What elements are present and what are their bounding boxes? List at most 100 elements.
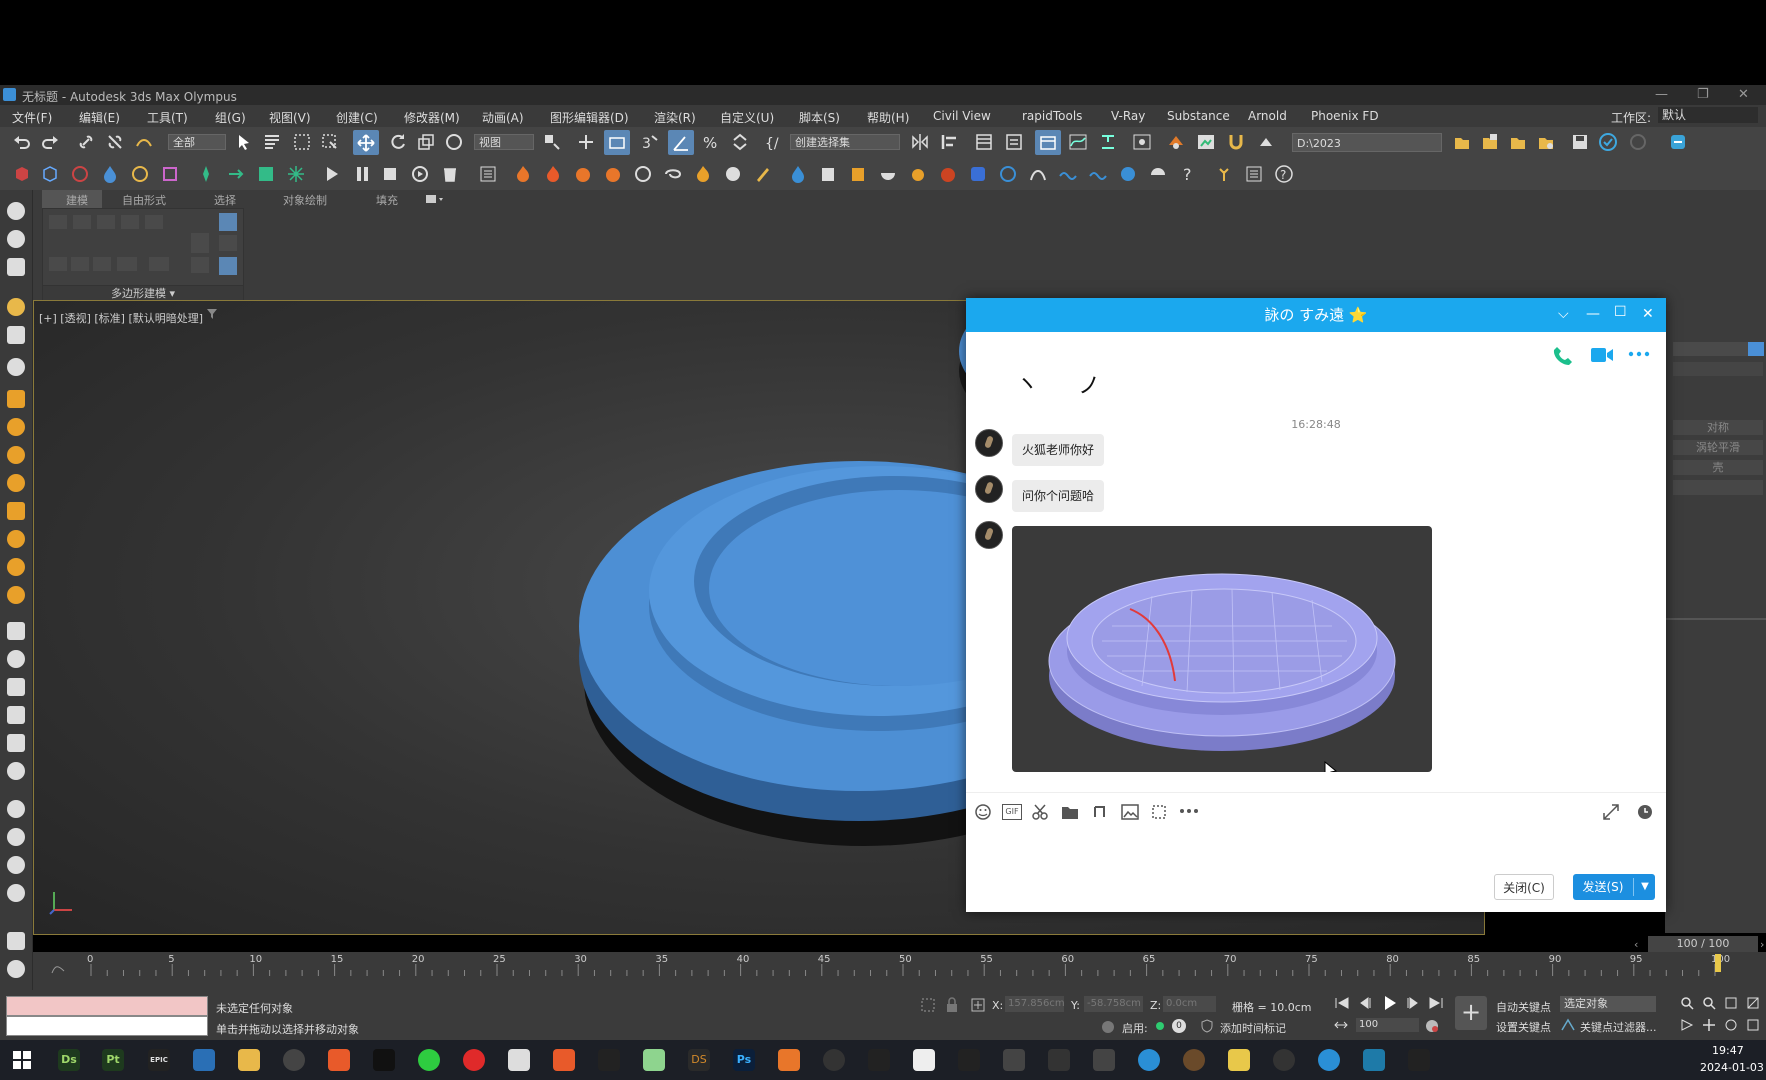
taskbar-app-orange[interactable] [328,1049,350,1071]
panel-tool-6[interactable] [191,233,209,253]
screen-share-icon[interactable] [1150,803,1168,821]
menu-create[interactable]: 创建(C) [336,109,378,126]
panel-tool-1[interactable] [49,257,67,271]
go-to-start-icon[interactable] [1334,997,1350,1009]
sun-icon[interactable] [7,558,25,576]
maxscript-listener-top[interactable] [6,996,208,1016]
history-icon[interactable] [1636,803,1654,821]
message-input[interactable] [974,832,1658,872]
taskbar-app-doc[interactable] [508,1049,530,1071]
window-crossing-icon[interactable] [320,132,340,152]
more-tools-icon[interactable] [1179,808,1199,814]
panel-toggle-1[interactable] [219,213,237,231]
taskbar-app-qq-2[interactable] [1408,1049,1430,1071]
plugin-icon[interactable] [1668,132,1688,152]
globe-icon[interactable] [1118,164,1138,184]
menu-rapidtools[interactable]: rapidTools [1022,109,1082,123]
voice-call-icon[interactable] [1552,344,1574,366]
play-animation-icon[interactable] [1382,995,1398,1011]
unlink-icon[interactable] [105,132,125,152]
vray-tool-icon[interactable] [7,762,25,780]
message-bubble[interactable]: 火狐老师你好 [1012,434,1105,466]
menu-modifiers[interactable]: 修改器(M) [404,109,460,126]
set-key-mode-button[interactable]: 设置关键点 [1496,1019,1551,1035]
minimize-button[interactable]: — [1655,87,1668,102]
ribbon-tab-selection[interactable]: 选择 [214,192,236,208]
taskbar-app-blender-2[interactable] [1273,1049,1295,1071]
taskbar-app-box[interactable] [778,1049,800,1071]
stop-icon[interactable] [380,164,400,184]
grid-settings-icon[interactable] [7,932,25,950]
modifier-empty-slot[interactable] [1673,480,1763,495]
panel-tool-7[interactable] [191,257,209,273]
menu-customize[interactable]: 自定义(U) [720,109,774,126]
key-filters-button[interactable]: 关键点过滤器... [1580,1019,1657,1035]
next-frame-icon[interactable] [1404,997,1420,1009]
send-options-chevron-icon[interactable]: ▼ [1635,874,1655,900]
bomb-icon[interactable] [938,164,958,184]
sphere-light-icon[interactable] [7,446,25,464]
ribbon-toggle[interactable] [1035,130,1061,155]
smoke-icon[interactable] [633,164,653,184]
workspace-select[interactable]: 默认 [1658,107,1758,123]
taskbar-app-ds-design[interactable]: DS [688,1049,710,1071]
ribbon-tab-object-paint[interactable]: 对象绘制 [283,192,327,208]
save-icon[interactable] [1570,132,1590,152]
taskbar-app-substance[interactable] [958,1049,980,1071]
key-filter-icon[interactable] [1560,1018,1576,1032]
taskbar-app-ds[interactable]: Ds [58,1049,80,1071]
hand-tool-icon[interactable] [7,734,25,752]
taskbar-app-pen[interactable] [1048,1049,1070,1071]
cup-icon[interactable] [848,164,868,184]
polygon-mode-icon[interactable] [121,215,139,229]
toggle-scene-explorer-icon[interactable] [974,132,994,152]
avatar[interactable] [975,475,1003,503]
border-mode-icon[interactable] [97,215,115,229]
menu-help[interactable]: 帮助(H) [867,109,909,126]
edge-mode-icon[interactable] [73,215,91,229]
modifier-turbosmooth-button[interactable]: 涡轮平滑 [1673,440,1763,455]
fire-icon-2[interactable] [543,164,563,184]
clock-date[interactable]: 2024-01-03 [1700,1061,1764,1074]
wave-icon-2[interactable] [1028,164,1048,184]
taskbar-app-display[interactable] [193,1049,215,1071]
fire-icon-1[interactable] [513,164,533,184]
taskbar-app-explorer[interactable] [238,1049,260,1071]
zoom-all-icon[interactable] [1702,996,1716,1010]
emoji-icon[interactable] [974,803,992,821]
ribbon-tab-populate[interactable]: 填充 [376,192,398,208]
enable-indicator[interactable] [1156,1022,1164,1030]
list-icon[interactable] [478,164,498,184]
image-message[interactable] [1012,526,1432,772]
modifier-shell-button[interactable]: 壳 [1673,460,1763,475]
lock-selection-icon[interactable] [945,997,959,1013]
prev-frame-icon[interactable] [1358,997,1374,1009]
key-target-dropdown[interactable]: 选定对象 [1560,996,1656,1012]
redo-icon[interactable] [40,132,60,152]
adaptive-degradation-icon[interactable] [1100,1019,1116,1035]
time-config-icon[interactable] [1334,1020,1348,1030]
bowl-icon[interactable] [878,164,898,184]
taskbar-app-edge-dev[interactable] [1138,1049,1160,1071]
message-bubble[interactable]: 问你个问题哈 [1012,480,1105,512]
taskbar-app-zbrush[interactable] [913,1049,935,1071]
windows-start-icon[interactable] [12,1050,32,1070]
taskbar-app-edge[interactable] [1318,1049,1340,1071]
render-production-icon[interactable] [1226,132,1246,152]
menu-tools[interactable]: 工具(T) [147,109,188,126]
taskbar-app-music[interactable] [463,1049,485,1071]
panel-tool-2[interactable] [71,257,89,271]
bucket-tool-icon[interactable] [7,884,25,902]
shape-icon[interactable] [70,164,90,184]
sync-icon[interactable] [1628,132,1648,152]
time-next-icon[interactable]: › [1760,938,1766,952]
project-path-dropdown[interactable]: D:\2023 [1292,133,1442,152]
time-marker[interactable] [1715,954,1721,972]
percent-snap-icon[interactable]: % [702,132,722,152]
time-prev-icon[interactable]: ‹ [1634,938,1648,952]
ribbon-tab-modeling[interactable]: 建模 [66,192,88,208]
box-icon[interactable] [12,164,32,184]
color-swatch[interactable] [1748,342,1764,356]
rect-selection-icon[interactable] [292,132,312,152]
selection-filter-dropdown[interactable]: 全部 [168,134,226,150]
